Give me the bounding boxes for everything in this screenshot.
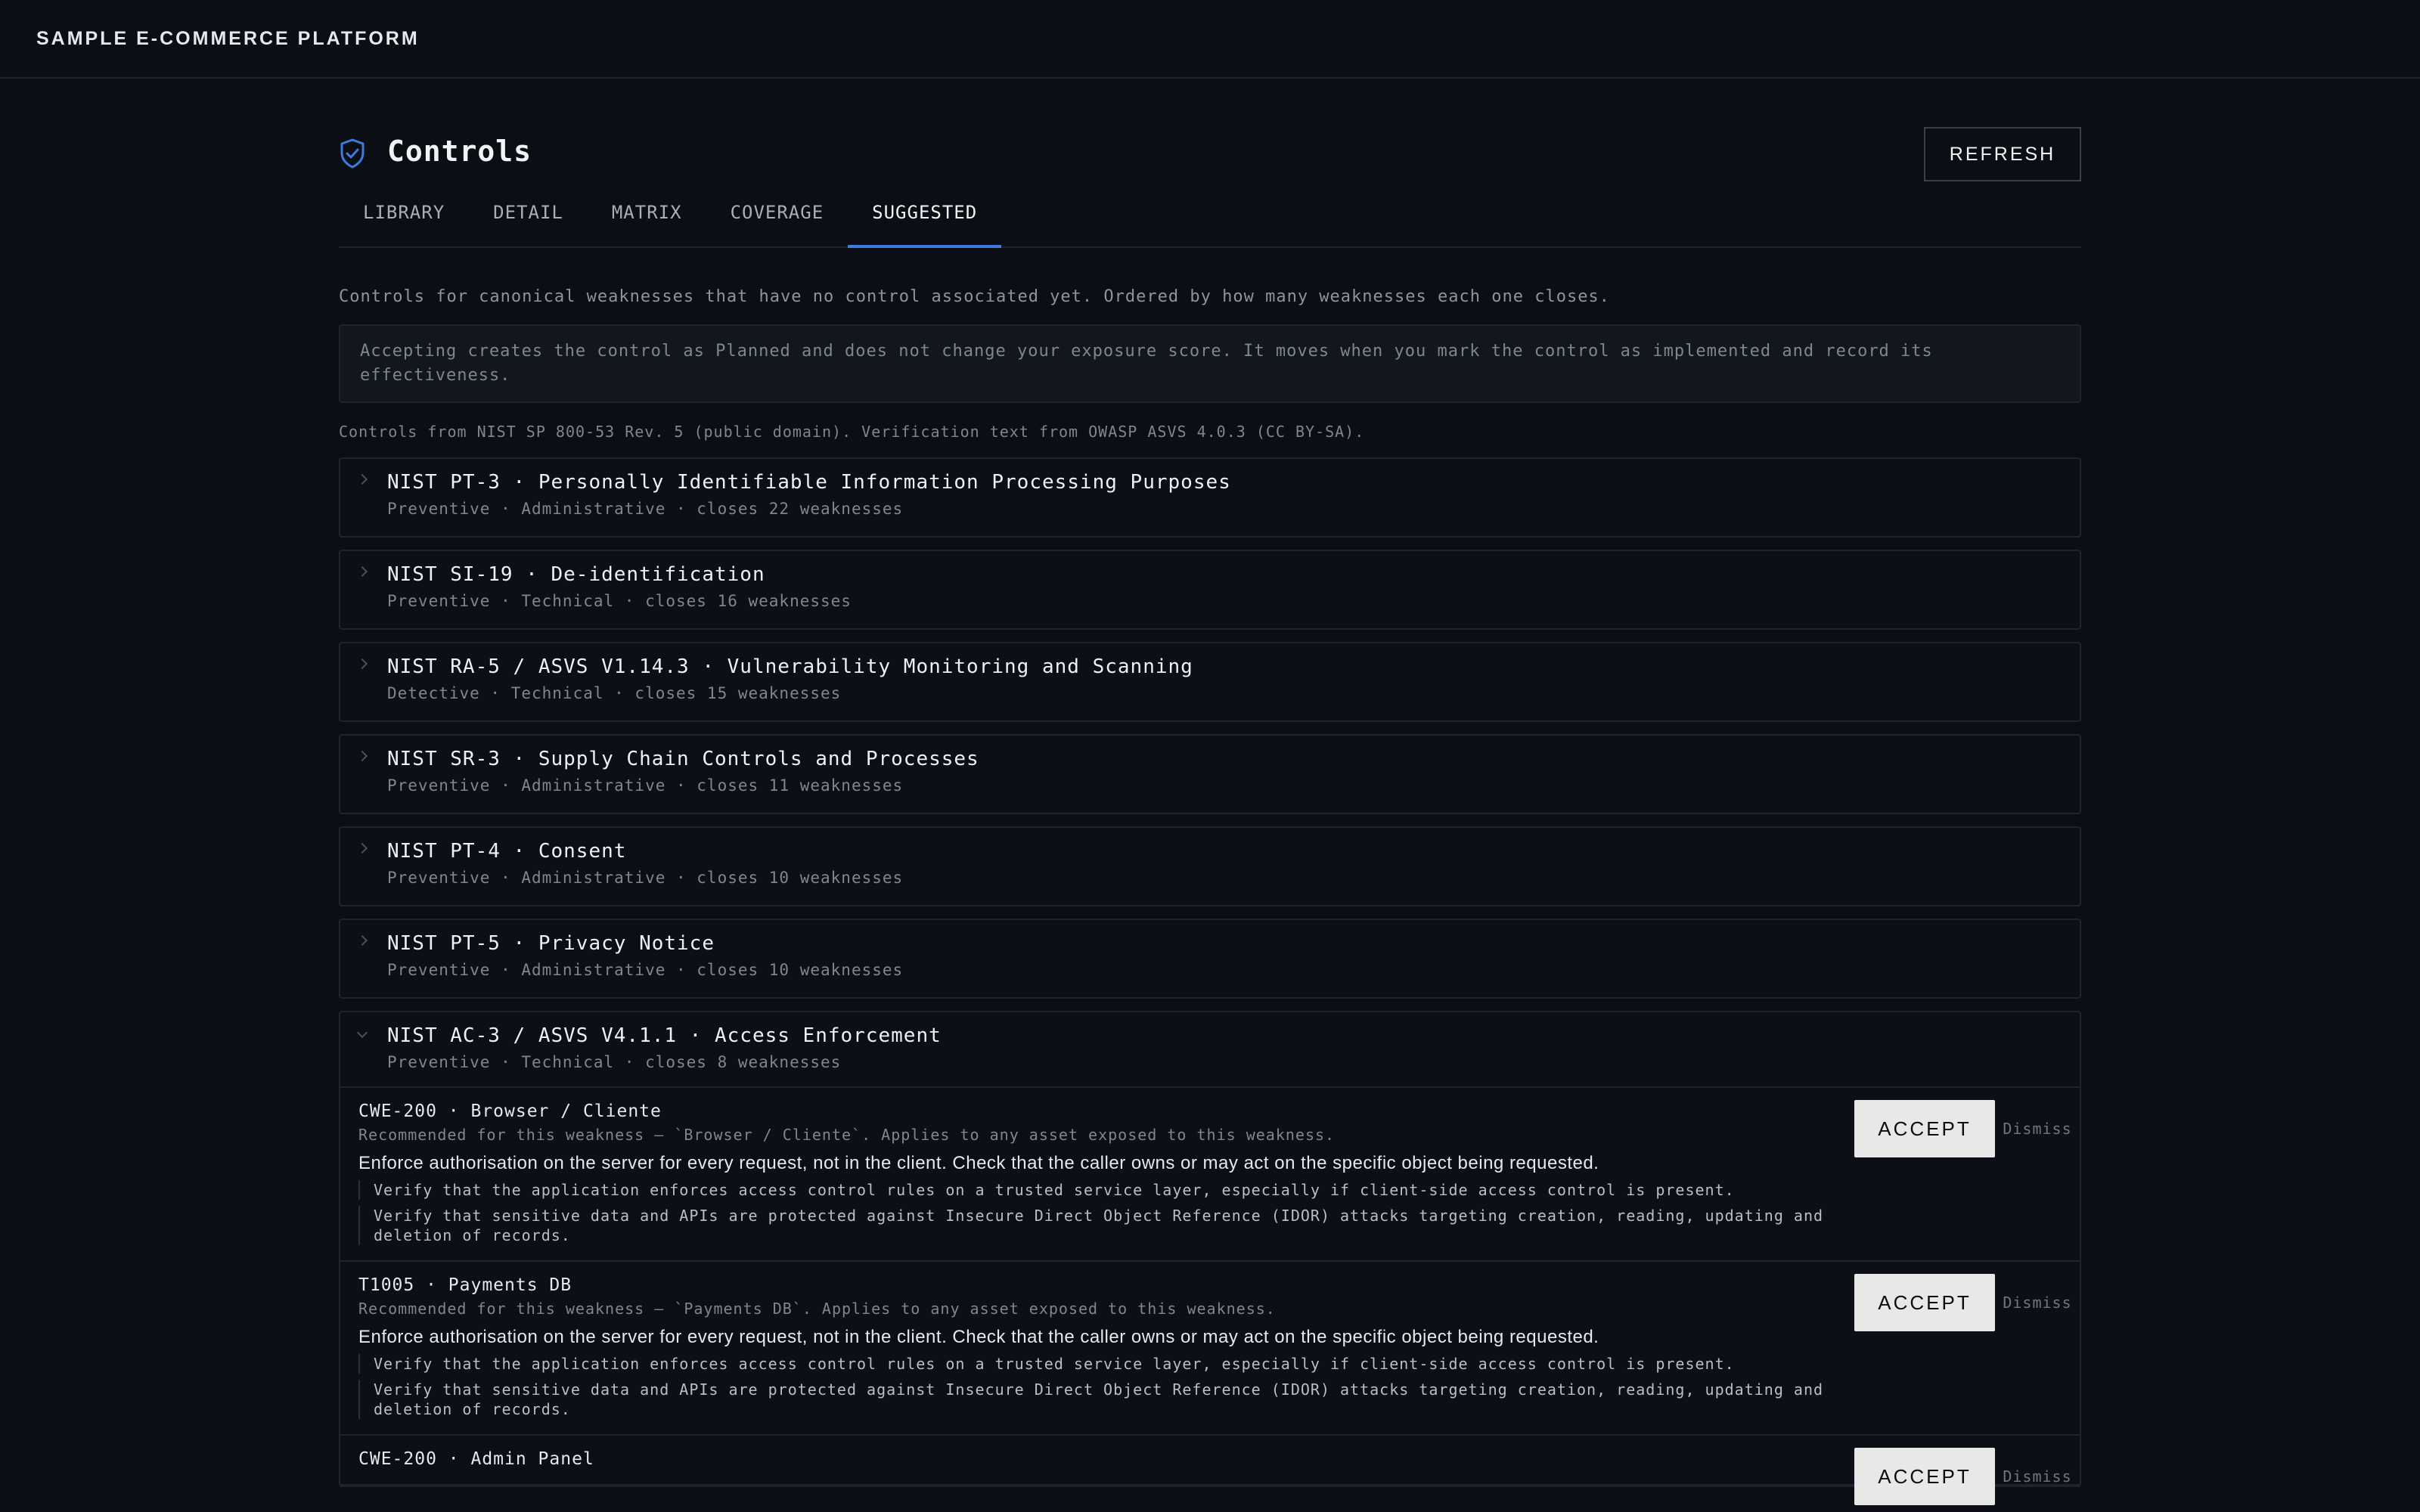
top-bar: SAMPLE E-COMMERCE PLATFORM — [0, 0, 2420, 79]
suggestion-meta: Preventive · Technical · closes 16 weakn… — [387, 592, 852, 610]
suggestion-card[interactable]: NIST SI-19 · De-identification Preventiv… — [339, 550, 2081, 630]
source-attribution: Controls from NIST SP 800-53 Rev. 5 (pub… — [339, 423, 1365, 441]
recommendation-actions: ACCEPT Dismiss — [1854, 1274, 2080, 1331]
main-content: Controls REFRESH LIBRARY DETAIL MATRIX C… — [339, 79, 2081, 1505]
verification-requirement: Verify that sensitive data and APIs are … — [358, 1380, 1826, 1419]
page-header: Controls REFRESH — [339, 79, 2081, 181]
suggestion-title: NIST SR-3 · Supply Chain Controls and Pr… — [387, 748, 979, 770]
accept-button[interactable]: ACCEPT — [1854, 1274, 1995, 1331]
suggestion-meta: Preventive · Administrative · closes 11 … — [387, 776, 904, 795]
recommendation-target: CWE-200 · Browser / Cliente — [358, 1101, 662, 1121]
suggestion-meta: Preventive · Administrative · closes 10 … — [387, 961, 904, 979]
chevron-down-icon — [356, 1027, 368, 1039]
verification-requirement: Verify that sensitive data and APIs are … — [358, 1206, 1826, 1245]
shield-check-icon — [340, 138, 365, 169]
info-notice: Accepting creates the control as Planned… — [339, 324, 2081, 403]
dismiss-link[interactable]: Dismiss — [1995, 1120, 2080, 1138]
chevron-right-icon — [356, 842, 368, 854]
suggestion-meta: Detective · Technical · closes 15 weakne… — [387, 684, 842, 702]
tab-coverage[interactable]: COVERAGE — [706, 178, 849, 246]
suggestion-title: NIST PT-5 · Privacy Notice — [387, 932, 715, 955]
brand-name: SAMPLE E-COMMERCE PLATFORM — [36, 27, 420, 49]
suggestion-title: NIST SI-19 · De-identification — [387, 563, 765, 586]
accept-button[interactable]: ACCEPT — [1854, 1100, 1995, 1157]
tab-library[interactable]: LIBRARY — [339, 178, 469, 246]
suggestion-header[interactable]: NIST SI-19 · De-identification Preventiv… — [340, 551, 2080, 628]
refresh-button[interactable]: REFRESH — [1924, 127, 2081, 181]
suggestion-header[interactable]: NIST PT-3 · Personally Identifiable Info… — [340, 459, 2080, 536]
suggestion-card[interactable]: NIST PT-4 · Consent Preventive · Adminis… — [339, 826, 2081, 906]
suggestion-meta: Preventive · Administrative · closes 10 … — [387, 869, 904, 887]
tab-suggested[interactable]: SUGGESTED — [848, 178, 1002, 248]
chevron-right-icon — [356, 565, 368, 578]
suggestion-card[interactable]: NIST PT-5 · Privacy Notice Preventive · … — [339, 919, 2081, 999]
recommendation-row: CWE-200 · Browser / Cliente Recommended … — [340, 1088, 2080, 1262]
recommendation-actions: ACCEPT Dismiss — [1854, 1448, 2080, 1505]
recommendation-summary: Enforce authorisation on the server for … — [358, 1153, 1599, 1173]
suggestion-list: NIST PT-3 · Personally Identifiable Info… — [339, 457, 2081, 1505]
suggestion-header[interactable]: NIST PT-4 · Consent Preventive · Adminis… — [340, 828, 2080, 905]
chevron-right-icon — [356, 473, 368, 485]
chevron-right-icon — [356, 750, 368, 762]
suggestion-header[interactable]: NIST SR-3 · Supply Chain Controls and Pr… — [340, 736, 2080, 813]
suggestion-card[interactable]: NIST PT-3 · Personally Identifiable Info… — [339, 457, 2081, 538]
recommendation-row: T1005 · Payments DB Recommended for this… — [340, 1262, 2080, 1436]
dismiss-link[interactable]: Dismiss — [1995, 1467, 2080, 1486]
intro-text: Controls for canonical weaknesses that h… — [339, 287, 1610, 306]
accept-button[interactable]: ACCEPT — [1854, 1448, 1995, 1505]
suggestion-header[interactable]: NIST PT-5 · Privacy Notice Preventive · … — [340, 920, 2080, 997]
recommendation-summary: Enforce authorisation on the server for … — [358, 1327, 1599, 1347]
page-title: Controls — [387, 135, 532, 168]
suggestion-header[interactable]: NIST AC-3 / ASVS V4.1.1 · Access Enforce… — [340, 1012, 2080, 1088]
recommendation-actions: ACCEPT Dismiss — [1854, 1100, 2080, 1157]
chevron-right-icon — [356, 934, 368, 947]
suggestion-card-expanded[interactable]: NIST AC-3 / ASVS V4.1.1 · Access Enforce… — [339, 1011, 2081, 1505]
chevron-right-icon — [356, 658, 368, 670]
suggestion-title: NIST RA-5 / ASVS V1.14.3 · Vulnerability… — [387, 655, 1193, 678]
recommendation-reason: Recommended for this weakness — `Payment… — [358, 1300, 1276, 1318]
dismiss-link[interactable]: Dismiss — [1995, 1294, 2080, 1312]
tab-bar: LIBRARY DETAIL MATRIX COVERAGE SUGGESTED — [339, 180, 2081, 248]
suggestion-title: NIST PT-3 · Personally Identifiable Info… — [387, 471, 1231, 494]
suggestion-card[interactable]: NIST SR-3 · Supply Chain Controls and Pr… — [339, 734, 2081, 814]
tab-detail[interactable]: DETAIL — [469, 178, 588, 246]
recommendation-reason: Recommended for this weakness — `Browser… — [358, 1126, 1336, 1144]
suggestion-card[interactable]: NIST RA-5 / ASVS V1.14.3 · Vulnerability… — [339, 642, 2081, 722]
verification-requirement: Verify that the application enforces acc… — [358, 1180, 1826, 1200]
recommendation-row: CWE-200 · Admin Panel ACCEPT Dismiss — [340, 1436, 2080, 1505]
tab-matrix[interactable]: MATRIX — [588, 178, 706, 246]
verification-requirement: Verify that the application enforces acc… — [358, 1354, 1826, 1374]
suggestion-header[interactable]: NIST RA-5 / ASVS V1.14.3 · Vulnerability… — [340, 643, 2080, 720]
recommendation-target: T1005 · Payments DB — [358, 1275, 572, 1295]
suggestion-title: NIST AC-3 / ASVS V4.1.1 · Access Enforce… — [387, 1024, 942, 1047]
suggestion-meta: Preventive · Technical · closes 8 weakne… — [387, 1053, 842, 1071]
suggestion-meta: Preventive · Administrative · closes 22 … — [387, 500, 904, 518]
suggestion-title: NIST PT-4 · Consent — [387, 840, 627, 863]
recommendation-target: CWE-200 · Admin Panel — [358, 1449, 594, 1469]
